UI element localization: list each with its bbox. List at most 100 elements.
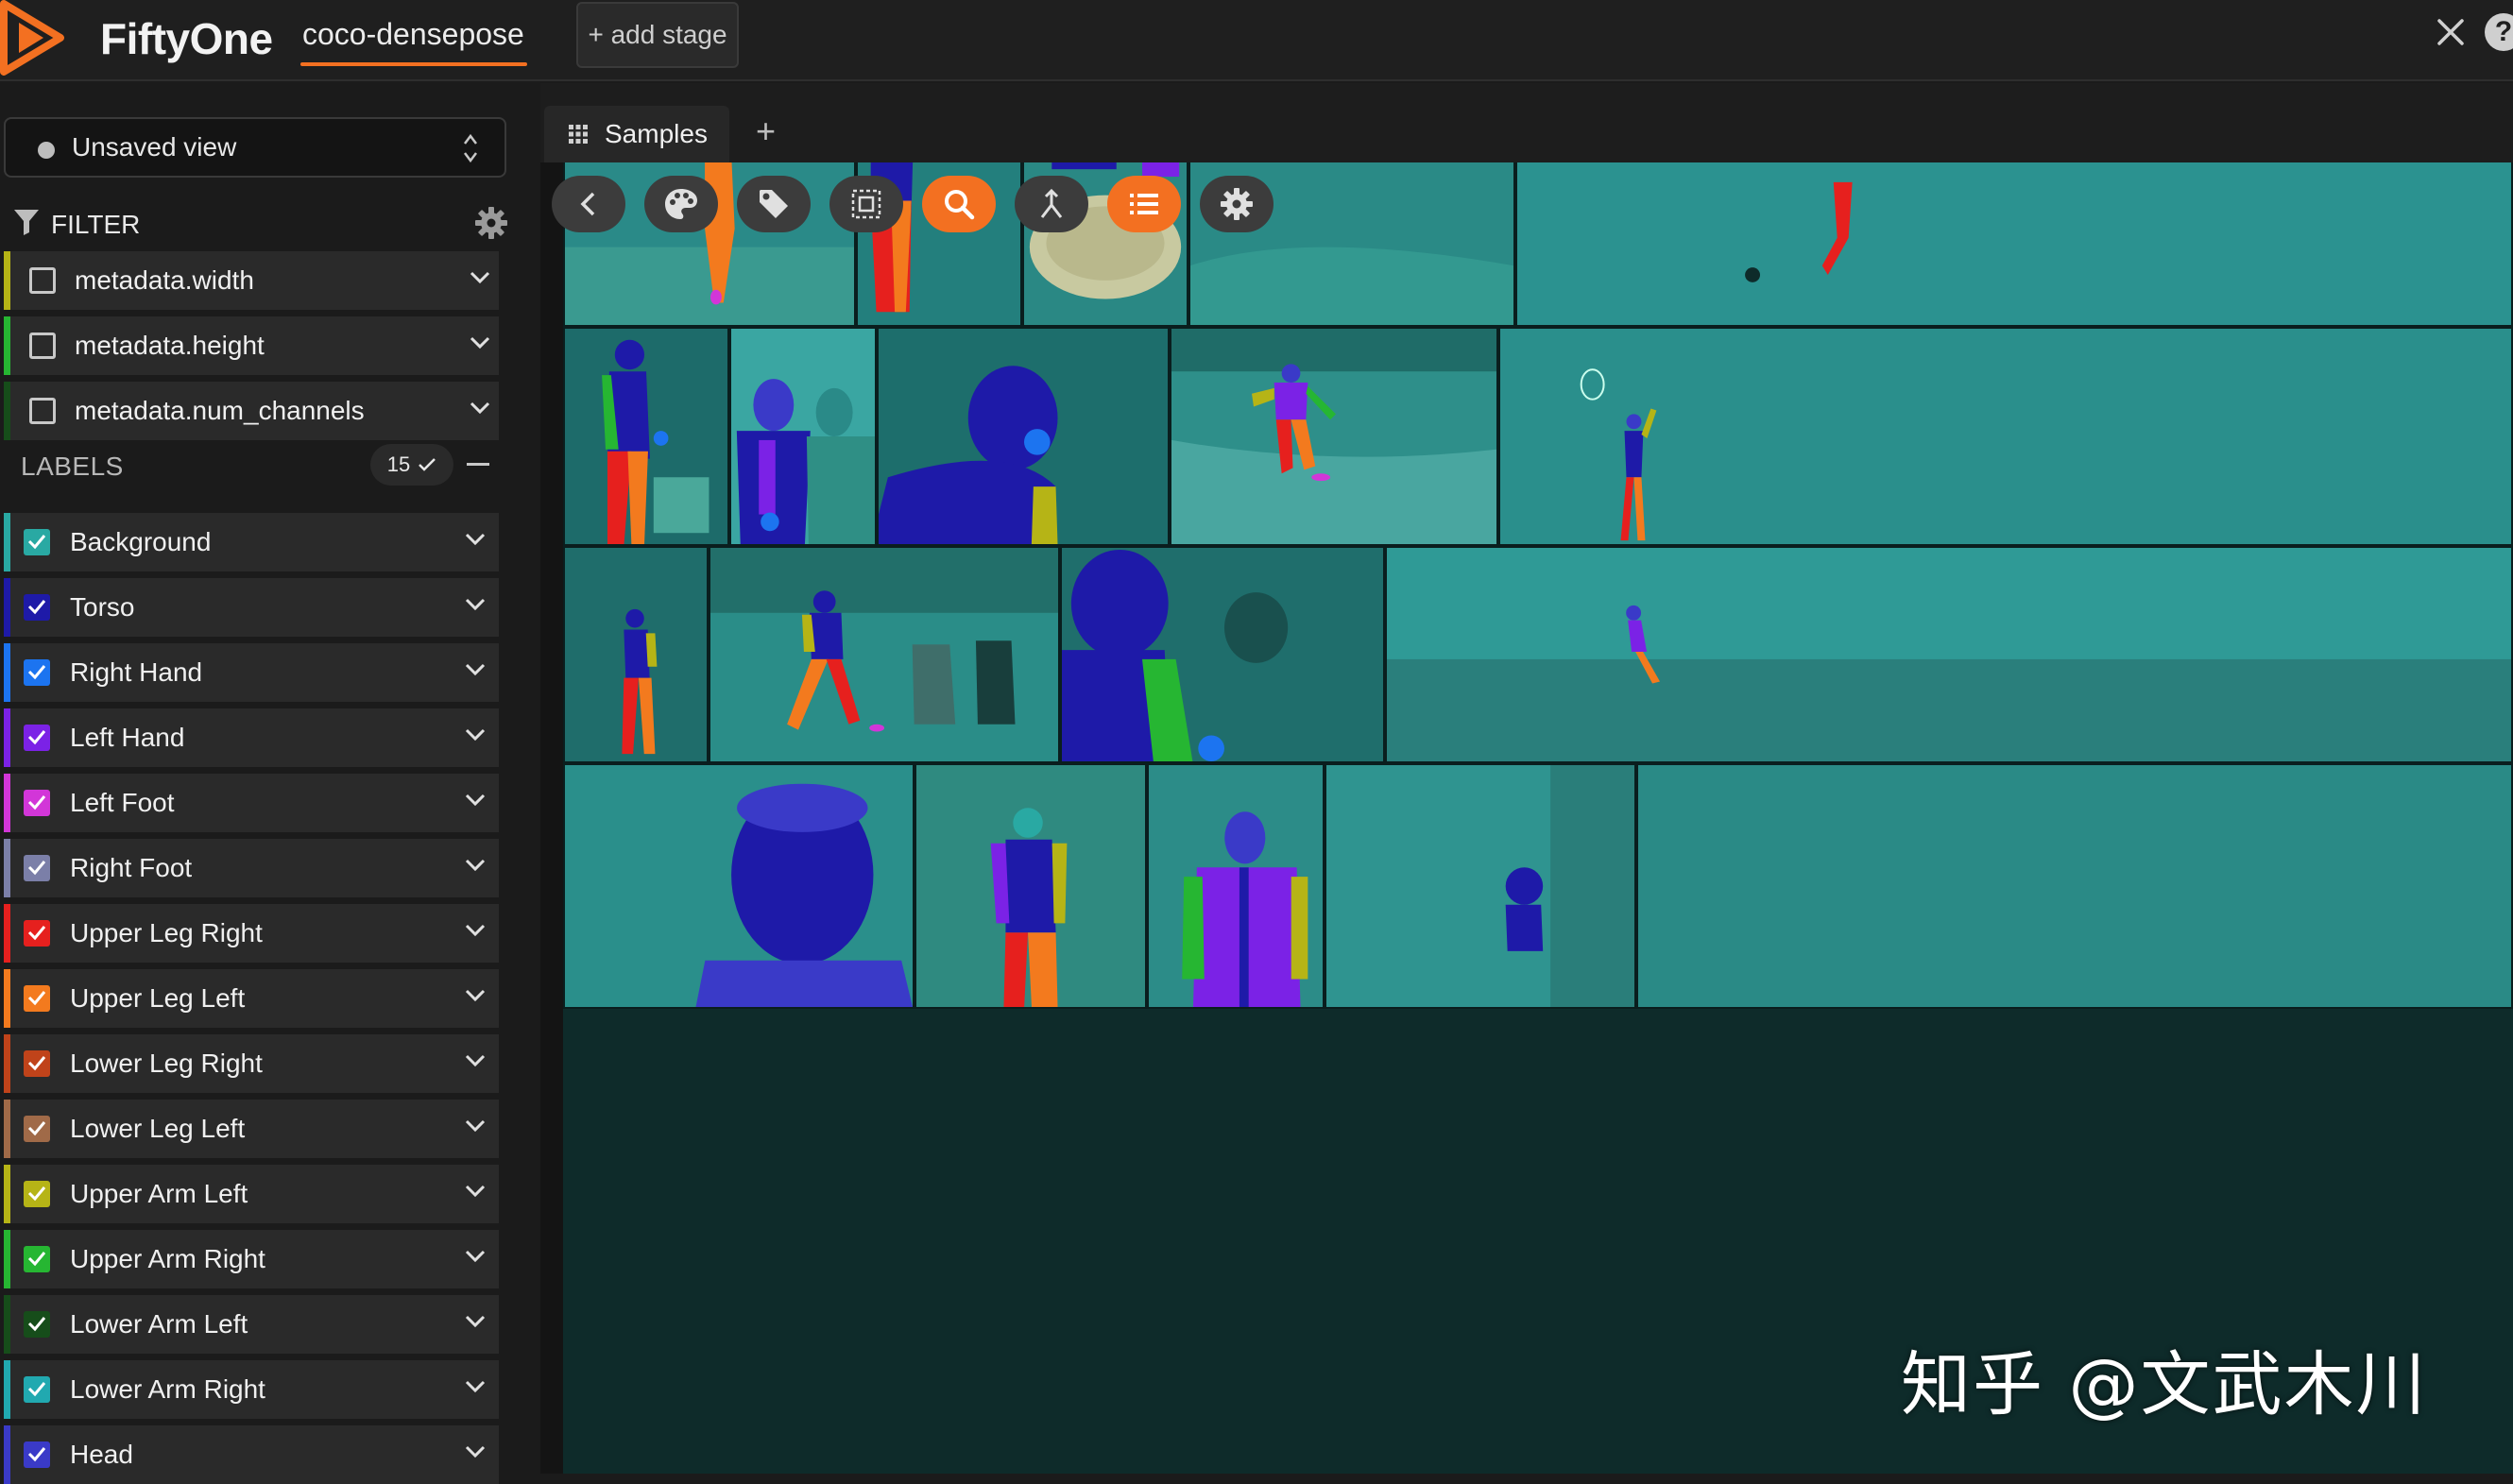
sample-tile[interactable] <box>1325 763 1636 1009</box>
brand-title: FiftyOne <box>100 14 273 63</box>
chevron-down-icon[interactable] <box>470 401 490 415</box>
label-checkbox[interactable] <box>24 1246 50 1272</box>
label-checkbox[interactable] <box>24 594 50 621</box>
chevron-down-icon[interactable] <box>465 533 486 546</box>
chevron-down-icon[interactable] <box>465 1445 486 1458</box>
chevron-down-icon[interactable] <box>465 1119 486 1133</box>
label-row-upper-leg-right[interactable]: Upper Leg Right <box>4 904 499 963</box>
tag-button[interactable] <box>737 176 811 232</box>
field-checkbox[interactable] <box>29 267 56 294</box>
label-checkbox[interactable] <box>24 790 50 816</box>
color-scheme-button[interactable] <box>644 176 718 232</box>
label-row-upper-leg-left[interactable]: Upper Leg Left <box>4 969 499 1028</box>
back-button[interactable] <box>552 176 625 232</box>
sample-tile[interactable] <box>1385 546 2513 763</box>
label-name: Upper Leg Left <box>70 983 246 1013</box>
settings-button[interactable] <box>1200 176 1274 232</box>
field-checkbox[interactable] <box>29 398 56 424</box>
label-checkbox[interactable] <box>24 1050 50 1077</box>
gear-icon[interactable] <box>474 206 508 240</box>
sample-tile[interactable] <box>1498 327 2513 546</box>
label-checkbox[interactable] <box>24 1116 50 1142</box>
back-icon <box>580 192 595 216</box>
label-row-torso[interactable]: Torso <box>4 578 499 637</box>
sample-tile[interactable] <box>709 546 1060 763</box>
search-button[interactable] <box>922 176 996 232</box>
label-row-lower-arm-right[interactable]: Lower Arm Right <box>4 1360 499 1419</box>
sample-tile[interactable] <box>1060 546 1385 763</box>
label-row-upper-arm-left[interactable]: Upper Arm Left <box>4 1165 499 1223</box>
chevron-down-icon[interactable] <box>465 663 486 676</box>
chevron-down-icon[interactable] <box>465 1250 486 1263</box>
label-checkbox[interactable] <box>24 920 50 947</box>
sample-tile[interactable] <box>877 327 1170 546</box>
label-row-upper-arm-right[interactable]: Upper Arm Right <box>4 1230 499 1288</box>
chevron-down-icon[interactable] <box>465 1054 486 1067</box>
label-name: Upper Leg Right <box>70 918 263 947</box>
chevron-down-icon[interactable] <box>465 793 486 807</box>
merge-button[interactable] <box>1015 176 1088 232</box>
label-row-lower-leg-left[interactable]: Lower Leg Left <box>4 1100 499 1158</box>
chevron-down-icon[interactable] <box>465 598 486 611</box>
label-checkbox[interactable] <box>24 1311 50 1338</box>
label-row-left-foot[interactable]: Left Foot <box>4 774 499 832</box>
sample-tile[interactable] <box>1147 763 1325 1009</box>
label-row-lower-arm-left[interactable]: Lower Arm Left <box>4 1295 499 1354</box>
chevron-down-icon[interactable] <box>470 336 490 350</box>
label-checkbox[interactable] <box>24 1181 50 1207</box>
grid-icon <box>569 125 588 144</box>
chevron-down-icon[interactable] <box>465 1185 486 1198</box>
add-tab-button[interactable]: + <box>756 111 776 151</box>
label-name: Lower Arm Right <box>70 1374 265 1404</box>
list-button[interactable] <box>1107 176 1181 232</box>
label-row-left-hand[interactable]: Left Hand <box>4 708 499 767</box>
sample-tile[interactable] <box>563 763 915 1009</box>
close-icon[interactable] <box>2432 13 2470 51</box>
top-bar: FiftyOne coco-densepose + add stage ? <box>0 0 2513 81</box>
help-icon[interactable]: ? <box>2485 13 2513 51</box>
sample-tile[interactable] <box>563 327 729 546</box>
chevron-down-icon[interactable] <box>465 859 486 872</box>
label-row-background[interactable]: Background <box>4 513 499 571</box>
field-row-metadata-width[interactable]: metadata.width <box>4 251 499 310</box>
label-name: Right Hand <box>70 657 203 687</box>
field-row-metadata-num-channels[interactable]: metadata.num_channels <box>4 382 499 440</box>
label-checkbox[interactable] <box>24 1441 50 1468</box>
labels-count-badge[interactable]: 15 <box>370 444 453 486</box>
chevron-down-icon[interactable] <box>470 271 490 284</box>
dataset-selector[interactable]: coco-densepose <box>302 17 524 52</box>
sample-tile[interactable] <box>1170 327 1498 546</box>
label-checkbox[interactable] <box>24 659 50 686</box>
label-row-head[interactable]: Head <box>4 1425 499 1484</box>
chevron-down-icon[interactable] <box>465 924 486 937</box>
tag-icon <box>760 190 788 218</box>
fiftyone-logo-icon[interactable] <box>0 0 76 76</box>
filter-header: FILTER <box>0 200 518 247</box>
field-row-metadata-height[interactable]: metadata.height <box>4 316 499 375</box>
add-stage-button[interactable]: + add stage <box>576 2 739 68</box>
chevron-down-icon[interactable] <box>465 989 486 1002</box>
field-checkbox[interactable] <box>29 333 56 359</box>
chevron-down-icon[interactable] <box>465 728 486 742</box>
label-checkbox[interactable] <box>24 1376 50 1403</box>
tab-samples[interactable]: Samples <box>544 106 729 162</box>
view-select[interactable]: Unsaved view <box>4 117 506 178</box>
chevron-down-icon[interactable] <box>465 1380 486 1393</box>
select-button[interactable] <box>829 176 903 232</box>
label-checkbox[interactable] <box>24 725 50 751</box>
sample-tile[interactable] <box>563 546 709 763</box>
label-checkbox[interactable] <box>24 985 50 1012</box>
label-checkbox[interactable] <box>24 529 50 555</box>
label-row-right-hand[interactable]: Right Hand <box>4 643 499 702</box>
tab-samples-label: Samples <box>605 119 708 148</box>
label-checkbox[interactable] <box>24 855 50 881</box>
collapse-icon[interactable] <box>467 463 489 466</box>
chevron-down-icon[interactable] <box>465 1315 486 1328</box>
view-status-dot <box>38 142 55 159</box>
label-row-lower-leg-right[interactable]: Lower Leg Right <box>4 1034 499 1093</box>
label-row-right-foot[interactable]: Right Foot <box>4 839 499 897</box>
field-label: metadata.width <box>75 265 254 295</box>
sample-tile[interactable] <box>915 763 1147 1009</box>
sample-tile[interactable] <box>729 327 877 546</box>
sample-tile[interactable] <box>1636 763 2513 1009</box>
